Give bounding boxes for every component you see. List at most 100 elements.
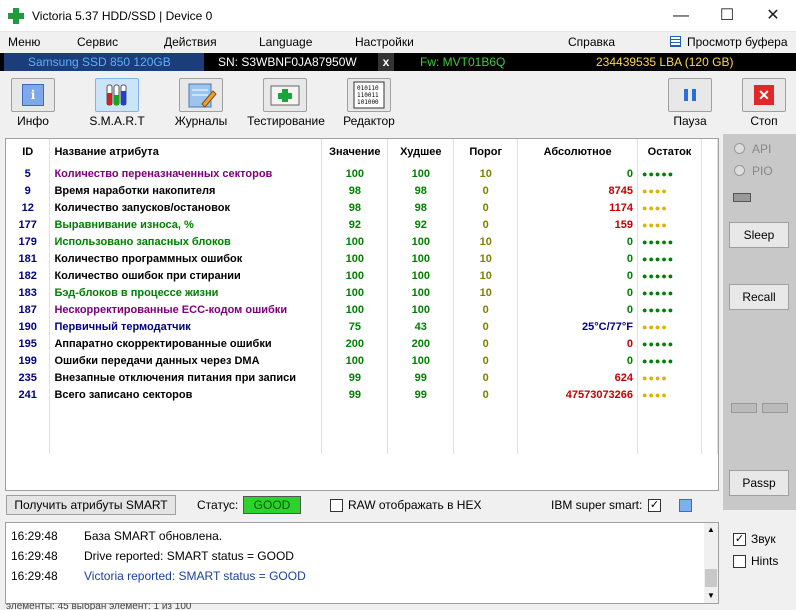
col-header-remaining[interactable]: Остаток	[637, 139, 702, 165]
ibm-super-smart-checkbox[interactable]: ✓	[648, 499, 661, 512]
attr-id: 190	[6, 318, 51, 335]
attr-value: 92	[321, 216, 389, 233]
table-row[interactable]: 235 Внезапные отключения питания при запи…	[6, 369, 718, 386]
first-aid-icon	[270, 85, 300, 106]
attr-threshold: 0	[453, 301, 519, 318]
menu-item-buffer-view[interactable]: Просмотр буфера	[687, 35, 788, 49]
attr-worst: 43	[387, 318, 455, 335]
scroll-up-icon[interactable]: ▲	[707, 525, 715, 534]
attr-absolute: 0	[517, 284, 639, 301]
drive-close-button[interactable]: x	[378, 53, 394, 71]
testing-button[interactable]	[263, 78, 307, 112]
color-swatch-icon[interactable]	[679, 499, 692, 512]
info-label: Инфо	[17, 114, 49, 128]
menu-item-actions[interactable]: Действия	[164, 35, 217, 49]
scroll-thumb[interactable]	[705, 569, 717, 587]
info-button[interactable]: i	[11, 78, 55, 112]
logs-label: Журналы	[174, 114, 228, 128]
recall-button[interactable]: Recall	[729, 284, 789, 310]
stop-button[interactable]: ✕	[742, 78, 786, 112]
scroll-down-icon[interactable]: ▼	[707, 591, 715, 600]
drive-model[interactable]: Samsung SSD 850 120GB	[4, 53, 204, 71]
col-header-name[interactable]: Название атрибута	[49, 139, 323, 165]
attr-value: 99	[321, 386, 389, 403]
sleep-button[interactable]: Sleep	[729, 222, 789, 248]
table-row[interactable]: 241 Всего записано секторов 99 99 0 475730732…	[6, 386, 718, 403]
attr-threshold: 0	[453, 386, 519, 403]
passp-button[interactable]: Passp	[729, 470, 789, 496]
log-row: 16:29:48 Victoria reported: SMART status …	[11, 569, 306, 583]
table-row[interactable]: 182 Количество ошибок при стирании 100 100 1…	[6, 267, 718, 284]
col-header-threshold[interactable]: Порог	[453, 139, 519, 165]
attr-remaining: ●●●●●	[637, 352, 702, 369]
status-footer: элементы: 45 выбран элемент: 1 из 100	[6, 603, 192, 610]
svg-text:101000: 101000	[357, 99, 379, 106]
smart-button[interactable]	[95, 78, 139, 112]
attr-name: Всего записано секторов	[49, 386, 323, 403]
attr-worst: 99	[387, 386, 455, 403]
maximize-button[interactable]: ☐	[704, 0, 750, 32]
attr-absolute: 8745	[517, 182, 639, 199]
attr-threshold: 0	[453, 216, 519, 233]
sound-checkbox[interactable]: ✓	[733, 533, 746, 546]
attr-absolute: 0	[517, 301, 639, 318]
col-header-id[interactable]: ID	[6, 139, 51, 165]
hints-checkbox[interactable]	[733, 555, 746, 568]
col-header-value[interactable]: Значение	[321, 139, 389, 165]
table-row[interactable]: 5 Количество переназначенных секторов 100 1…	[6, 165, 718, 182]
log-time: 16:29:48	[11, 529, 58, 543]
drive-lba: 234439535 LBA (120 GB)	[596, 55, 734, 69]
minimize-button[interactable]: —	[658, 0, 704, 32]
raw-hex-checkbox[interactable]	[330, 499, 343, 512]
table-row[interactable]: 9 Время наработки накопителя 98 98 0 8745 ●●●●	[6, 182, 718, 199]
log-time: 16:29:48	[11, 549, 58, 563]
attr-threshold: 0	[453, 369, 519, 386]
col-header-absolute[interactable]: Абсолютное	[517, 139, 639, 165]
table-row[interactable]: 177 Выравнивание износа, % 92 92 0 159 ●●●●	[6, 216, 718, 233]
attr-name: Нескорректированные ECC-кодом ошибки	[49, 301, 323, 318]
log-scrollbar[interactable]: ▲ ▼	[704, 523, 718, 603]
menu-item-settings[interactable]: Настройки	[355, 35, 414, 49]
attr-worst: 200	[387, 335, 455, 352]
get-smart-attributes-button[interactable]: Получить атрибуты SMART	[6, 495, 176, 515]
smart-attributes-table: ID Название атрибута Значение Худшее Пор…	[5, 138, 719, 491]
api-radio[interactable]	[734, 143, 745, 154]
attr-value: 100	[321, 284, 389, 301]
attr-id: 9	[6, 182, 51, 199]
attr-name: Бэд-блоков в процессе жизни	[49, 284, 323, 301]
attr-id: 241	[6, 386, 51, 403]
table-row[interactable]: 179 Использовано запасных блоков 100 100 10 0…	[6, 233, 718, 250]
attr-name: Выравнивание износа, %	[49, 216, 323, 233]
attr-id: 181	[6, 250, 51, 267]
table-row[interactable]: 183 Бэд-блоков в процессе жизни 100 100 10 0 ●…	[6, 284, 718, 301]
attr-threshold: 0	[453, 352, 519, 369]
table-row[interactable]: 190 Первичный термодатчик 75 43 0 25°C/77°F ●●…	[6, 318, 718, 335]
api-label: API	[752, 142, 772, 156]
attr-remaining: ●●●●	[637, 199, 702, 216]
table-row[interactable]: 199 Ошибки передачи данных через DMA 100 10…	[6, 352, 718, 369]
attr-value: 100	[321, 267, 389, 284]
menu-item-help[interactable]: Справка	[568, 35, 615, 49]
table-row[interactable]: 187 Нескорректированные ECC-кодом ошибки 1…	[6, 301, 718, 318]
attr-remaining: ●●●●●	[637, 233, 702, 250]
col-header-worst[interactable]: Худшее	[387, 139, 455, 165]
table-row[interactable]: 181 Количество программных ошибок 100 100 10…	[6, 250, 718, 267]
attr-id: 195	[6, 335, 51, 352]
editor-button[interactable]: 010110 110011 101000	[347, 78, 391, 112]
attr-absolute: 0	[517, 250, 639, 267]
menu-item-menu[interactable]: Меню	[8, 35, 40, 49]
sound-label: Звук	[751, 532, 776, 546]
pause-button[interactable]	[668, 78, 712, 112]
attr-absolute: 0	[517, 267, 639, 284]
attr-value: 100	[321, 165, 389, 182]
menu-item-language[interactable]: Language	[259, 35, 312, 49]
attr-worst: 99	[387, 369, 455, 386]
logs-button[interactable]	[179, 78, 223, 112]
attr-remaining: ●●●●	[637, 182, 702, 199]
table-row[interactable]: 195 Аппаратно скорректированные ошибки 200…	[6, 335, 718, 352]
attr-threshold: 10	[453, 250, 519, 267]
menu-item-service[interactable]: Сервис	[77, 35, 118, 49]
close-button[interactable]: ✕	[750, 0, 796, 32]
pio-radio[interactable]	[734, 165, 745, 176]
table-row[interactable]: 12 Количество запусков/остановок 98 98 0 1174…	[6, 199, 718, 216]
